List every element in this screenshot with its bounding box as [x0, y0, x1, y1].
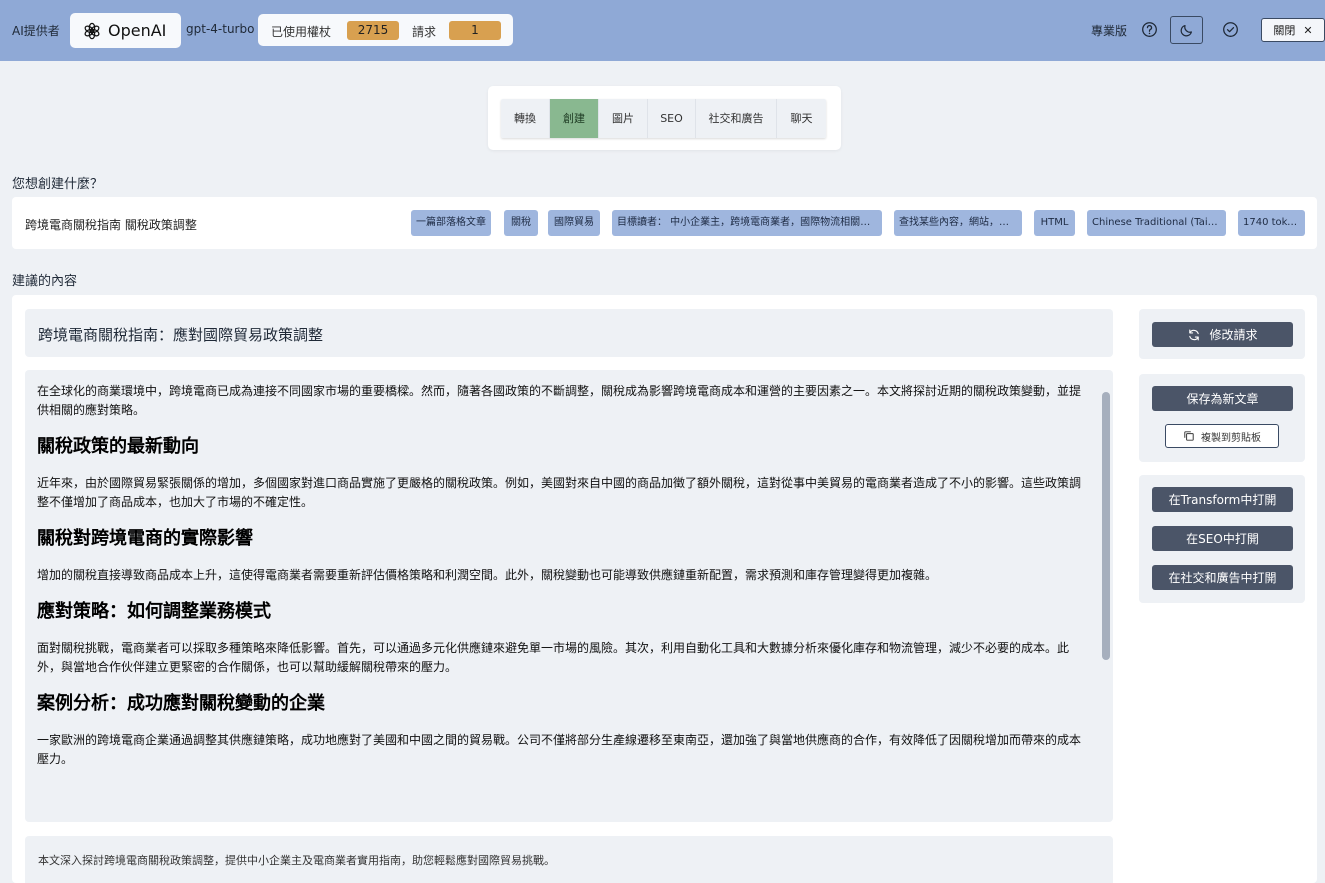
requests-badge: 1	[449, 21, 501, 40]
modify-request-label: 修改請求	[1209, 328, 1258, 342]
article-body-card[interactable]: 在全球化的商業環境中，跨境電商已成為連接不同國家市場的重要橋樑。然而，隨著各國政…	[25, 370, 1113, 822]
copy-clipboard-label: 複製到剪貼板	[1201, 432, 1261, 444]
tab-chat[interactable]: 聊天	[777, 99, 826, 138]
article-intro: 在全球化的商業環境中，跨境電商已成為連接不同國家市場的重要橋樑。然而，隨著各國政…	[37, 384, 1082, 417]
mode-tabs-container: 轉換 創建 圖片 SEO 社交和廣告 聊天	[488, 86, 841, 150]
article-title: 跨境電商關稅指南：應對國際貿易政策調整	[38, 326, 324, 344]
usage-panel: 已使用權杖 2715 請求 1	[258, 14, 513, 46]
open-in-card: 在Transform中打開 在SEO中打開 在社交和廣告中打開	[1139, 475, 1305, 603]
model-name: gpt-4-turbo	[186, 22, 255, 36]
copy-icon	[1184, 431, 1194, 441]
tag-content-type[interactable]: 一篇部落格文章	[411, 210, 491, 236]
moon-icon	[1180, 25, 1192, 37]
modify-request-button[interactable]: 修改請求	[1152, 322, 1293, 347]
dark-mode-button[interactable]	[1170, 16, 1203, 44]
tag-format[interactable]: HTML	[1034, 210, 1075, 236]
modify-request-card: 修改請求	[1139, 309, 1305, 359]
provider-name: OpenAI	[108, 21, 167, 40]
close-button-label: 關閉	[1273, 24, 1296, 37]
refresh-icon	[1189, 329, 1200, 340]
tag-keyword-tariff[interactable]: 關稅	[504, 210, 538, 236]
check-circle-icon[interactable]	[1222, 21, 1239, 38]
open-in-seo-button[interactable]: 在SEO中打開	[1152, 526, 1293, 551]
save-as-new-button[interactable]: 保存為新文章	[1152, 386, 1293, 411]
provider-label: AI提供者	[12, 24, 60, 38]
tab-transform[interactable]: 轉換	[501, 99, 550, 138]
article-heading: 案例分析：成功應對關稅變動的企業	[37, 693, 325, 714]
create-request-row[interactable]: 跨境電商關稅指南 關稅政策調整 一篇部落格文章 關稅 國際貿易 目標讀者： 中小…	[12, 197, 1317, 249]
article-scrollbar[interactable]	[1102, 392, 1110, 660]
help-icon[interactable]	[1141, 21, 1158, 38]
open-in-social-button[interactable]: 在社交和廣告中打開	[1152, 565, 1293, 590]
suggested-content-panel: 跨境電商關稅指南：應對國際貿易政策調整 在全球化的商業環境中，跨境電商已成為連接…	[12, 295, 1317, 883]
article-paragraph: 增加的關稅直接導致商品成本上升，這使得電商業者需要重新評估價格策略和利潤空間。此…	[37, 568, 938, 582]
tab-social-ads[interactable]: 社交和廣告	[696, 99, 777, 138]
article-paragraph: 近年來，由於國際貿易緊張關係的增加，多個國家對進口商品實施了更嚴格的關稅政策。例…	[37, 476, 1082, 509]
save-actions-card: 保存為新文章 複製到剪貼板	[1139, 374, 1305, 462]
plan-label: 專業版	[1091, 24, 1128, 38]
close-icon: ✕	[1303, 23, 1313, 37]
tab-create[interactable]: 創建	[550, 99, 599, 138]
article-body: 在全球化的商業環境中，跨境電商已成為連接不同國家市場的重要橋樑。然而，隨著各國政…	[37, 382, 1087, 769]
article-summary: 本文深入探討跨境電商關稅政策調整，提供中小企業主及電商業者實用指南，助您輕鬆應對…	[38, 854, 555, 867]
article-summary-card: 本文深入探討跨境電商關稅政策調整，提供中小企業主及電商業者實用指南，助您輕鬆應對…	[25, 836, 1113, 883]
requests-label: 請求	[412, 25, 437, 39]
open-in-transform-button[interactable]: 在Transform中打開	[1152, 487, 1293, 512]
create-question-label: 您想創建什麼？	[12, 177, 104, 192]
provider-selector[interactable]: OpenAI	[70, 13, 181, 48]
tokens-used-badge: 2715	[347, 21, 399, 40]
article-heading: 關稅政策的最新動向	[37, 436, 199, 457]
openai-logo-icon	[84, 22, 100, 39]
tab-seo[interactable]: SEO	[648, 99, 696, 138]
tag-target-audience[interactable]: 目標讀者： 中小企業主，跨境電商業者，國際物流相關從業人員	[612, 210, 882, 236]
top-bar: AI提供者 OpenAI gpt-4-turbo 已使用權杖 2715 請求 1…	[0, 0, 1325, 61]
article-title-card: 跨境電商關稅指南：應對國際貿易政策調整	[25, 309, 1113, 357]
tag-length[interactable]: 1740 tokens	[1238, 210, 1305, 236]
tag-research[interactable]: 查找某些內容，網站，頁面	[894, 210, 1022, 236]
tag-language[interactable]: Chinese Traditional (Taiwan)	[1087, 210, 1226, 236]
close-button[interactable]: 關閉 ✕	[1261, 18, 1325, 42]
article-paragraph: 面對關稅挑戰，電商業者可以採取多種策略來降低影響。首先，可以通過多元化供應鏈來避…	[37, 641, 1070, 674]
suggested-content-label: 建議的內容	[12, 274, 78, 289]
request-text: 跨境電商關稅指南 關稅政策調整	[25, 218, 197, 232]
tab-images[interactable]: 圖片	[599, 99, 648, 138]
article-heading: 關稅對跨境電商的實際影響	[37, 528, 253, 549]
copy-clipboard-button[interactable]: 複製到剪貼板	[1165, 424, 1279, 448]
article-heading: 應對策略：如何調整業務模式	[37, 601, 271, 622]
article-paragraph: 一家歐洲的跨境電商企業通過調整其供應鏈策略，成功地應對了美國和中國之間的貿易戰。…	[37, 733, 1082, 766]
tokens-used-label: 已使用權杖	[271, 25, 332, 39]
tag-keyword-trade[interactable]: 國際貿易	[548, 210, 600, 236]
mode-tabs: 轉換 創建 圖片 SEO 社交和廣告 聊天	[501, 99, 826, 138]
